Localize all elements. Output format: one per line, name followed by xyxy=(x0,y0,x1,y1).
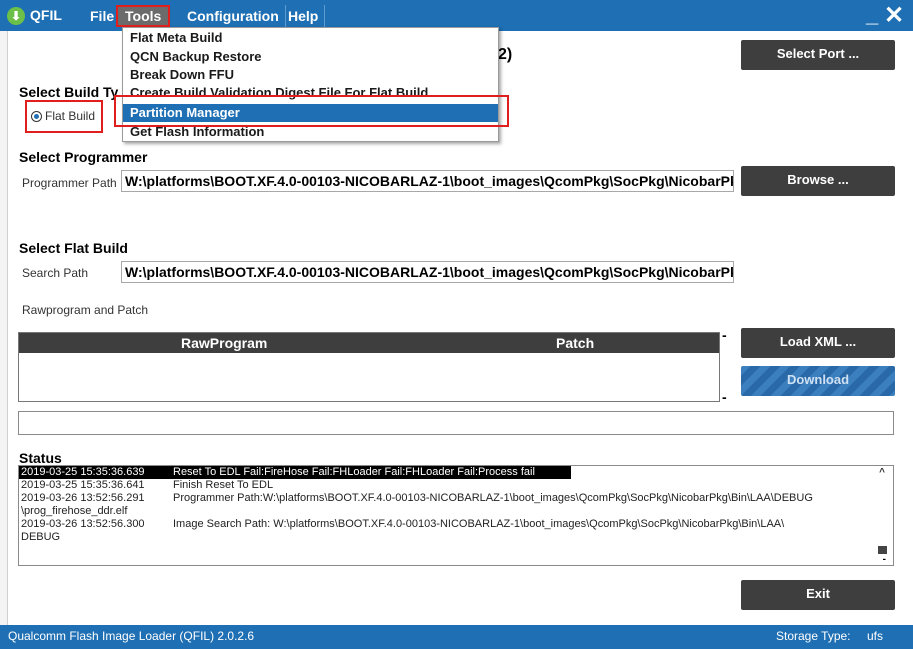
menu-item-partition-manager[interactable]: Partition Manager xyxy=(123,104,498,122)
search-path-field[interactable]: W:\platforms\BOOT.XF.4.0-00103-NICOBARLA… xyxy=(121,261,734,283)
menu-configuration[interactable]: Configuration xyxy=(181,5,286,27)
progress-bar xyxy=(18,411,894,435)
status-bar: Qualcomm Flash Image Loader (QFIL) 2.0.2… xyxy=(0,625,913,649)
menu-item-qcn-backup-restore[interactable]: QCN Backup Restore xyxy=(123,48,498,66)
rawprogram-patch-grid[interactable]: RawProgram Patch xyxy=(18,332,720,402)
log-line[interactable]: 2019-03-25 15:35:36.641 Finish Reset To … xyxy=(19,479,893,492)
menu-item-break-down-ffu[interactable]: Break Down FFU xyxy=(123,66,498,84)
programmer-path-label: Programmer Path xyxy=(22,176,117,190)
browse-button[interactable]: Browse ... xyxy=(741,166,895,196)
log-line[interactable]: 2019-03-26 13:52:56.291 Programmer Path:… xyxy=(19,492,893,505)
minimize-icon[interactable]: _ xyxy=(866,2,878,28)
status-log[interactable]: 2019-03-25 15:35:36.639 Reset To EDL Fai… xyxy=(18,465,894,566)
storage-type-label: Storage Type: xyxy=(776,629,851,643)
app-name: QFIL xyxy=(30,7,62,23)
close-icon[interactable]: ✕ xyxy=(884,1,904,30)
log-line[interactable]: DEBUG xyxy=(19,531,893,544)
search-path-label: Search Path xyxy=(22,266,89,280)
exit-button[interactable]: Exit xyxy=(741,580,895,610)
column-rawprogram[interactable]: RawProgram xyxy=(181,335,267,351)
grid-marker-top: - xyxy=(722,327,727,343)
menu-tools[interactable]: Tools xyxy=(116,5,171,27)
log-line[interactable]: 2019-03-26 13:52:56.300 Image Search Pat… xyxy=(19,518,893,531)
grid-header: RawProgram Patch xyxy=(19,333,719,353)
flat-build-label: Flat Build xyxy=(45,109,96,123)
menu-help[interactable]: Help xyxy=(282,5,326,27)
flat-build-radio[interactable]: Flat Build xyxy=(25,100,103,133)
window-left-border xyxy=(0,31,8,625)
port-suffix-text: 2) xyxy=(498,46,513,63)
radio-selected-icon xyxy=(31,111,42,122)
download-button[interactable]: Download xyxy=(741,366,895,396)
menu-item-flat-meta-build[interactable]: Flat Meta Build xyxy=(123,29,498,47)
scroll-up-icon[interactable]: ^ xyxy=(879,467,885,478)
select-flat-build-heading: Select Flat Build xyxy=(19,240,128,256)
app-version-text: Qualcomm Flash Image Loader (QFIL) 2.0.2… xyxy=(8,629,255,643)
grid-marker-bottom: - xyxy=(722,389,727,405)
column-patch[interactable]: Patch xyxy=(556,335,594,351)
menu-item-create-build-validation-digest[interactable]: Create Build Validation Digest File For … xyxy=(123,84,498,102)
select-build-type-heading: Select Build Ty xyxy=(19,84,119,100)
programmer-path-field[interactable]: W:\platforms\BOOT.XF.4.0-00103-NICOBARLA… xyxy=(121,170,734,192)
tools-menu-dropdown: Flat Meta Build QCN Backup Restore Break… xyxy=(122,27,499,142)
log-line[interactable]: 2019-03-25 15:35:36.639 Reset To EDL Fai… xyxy=(19,466,571,479)
download-arrow-icon: ⬇ xyxy=(7,7,25,25)
select-port-button[interactable]: Select Port ... xyxy=(741,40,895,70)
storage-type-select[interactable]: ufs xyxy=(867,625,883,647)
rawprogram-and-patch-label: Rawprogram and Patch xyxy=(22,303,149,317)
scrollbar-thumb[interactable] xyxy=(878,546,887,554)
status-heading: Status xyxy=(19,450,62,466)
log-line[interactable]: \prog_firehose_ddr.elf xyxy=(19,505,893,518)
select-programmer-heading: Select Programmer xyxy=(19,149,148,165)
menu-item-get-flash-information[interactable]: Get Flash Information xyxy=(123,123,498,141)
scroll-marker: - xyxy=(882,554,886,565)
load-xml-button[interactable]: Load XML ... xyxy=(741,328,895,358)
